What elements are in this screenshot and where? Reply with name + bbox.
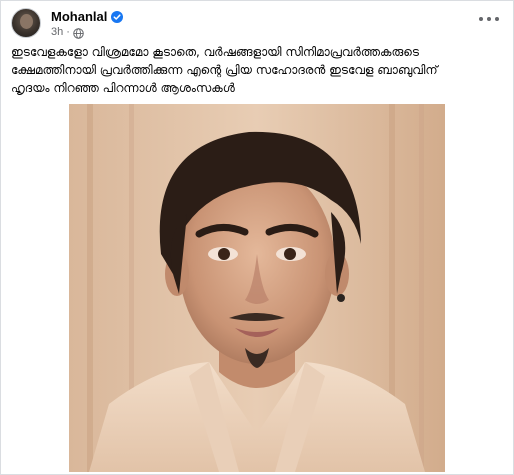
post-meta: Mohanlal 3h · — [51, 9, 124, 39]
verified-badge-icon — [111, 10, 124, 23]
author-avatar[interactable] — [11, 8, 41, 38]
time-row: 3h · — [51, 25, 123, 39]
globe-icon[interactable] — [73, 26, 84, 39]
post-caption: ഇടവേളകളോ വിശ്രമമോ കൂടാതെ, വർഷങ്ങളായി സിന… — [11, 43, 505, 97]
post-photo[interactable] — [69, 104, 445, 472]
caption-line: ഇടവേളകളോ വിശ്രമമോ കൂടാതെ, വർഷങ്ങളായി സിന… — [11, 45, 419, 59]
post-header: Mohanlal 3h · — [11, 7, 124, 39]
author-row: Mohanlal — [51, 9, 124, 24]
portrait-illustration — [69, 104, 445, 472]
more-dot — [479, 17, 483, 21]
post-timestamp[interactable]: 3h — [51, 26, 63, 38]
separator-dot: · — [66, 25, 70, 38]
post-card: Mohanlal 3h · ഇടവേളകളോ വിശ്രമമോ കൂടാതെ, … — [0, 0, 514, 475]
caption-line: ക്ഷേമത്തിനായി പ്രവർത്തിക്കുന്ന എന്റെ പ്ര… — [11, 63, 438, 77]
more-dot — [487, 17, 491, 21]
more-options-icon[interactable] — [479, 11, 499, 27]
more-dot — [495, 17, 499, 21]
author-name[interactable]: Mohanlal — [51, 9, 107, 24]
caption-line: ഹൃദയം നിറഞ്ഞ പിറന്നാൾ ആശംസകൾ — [11, 81, 235, 95]
